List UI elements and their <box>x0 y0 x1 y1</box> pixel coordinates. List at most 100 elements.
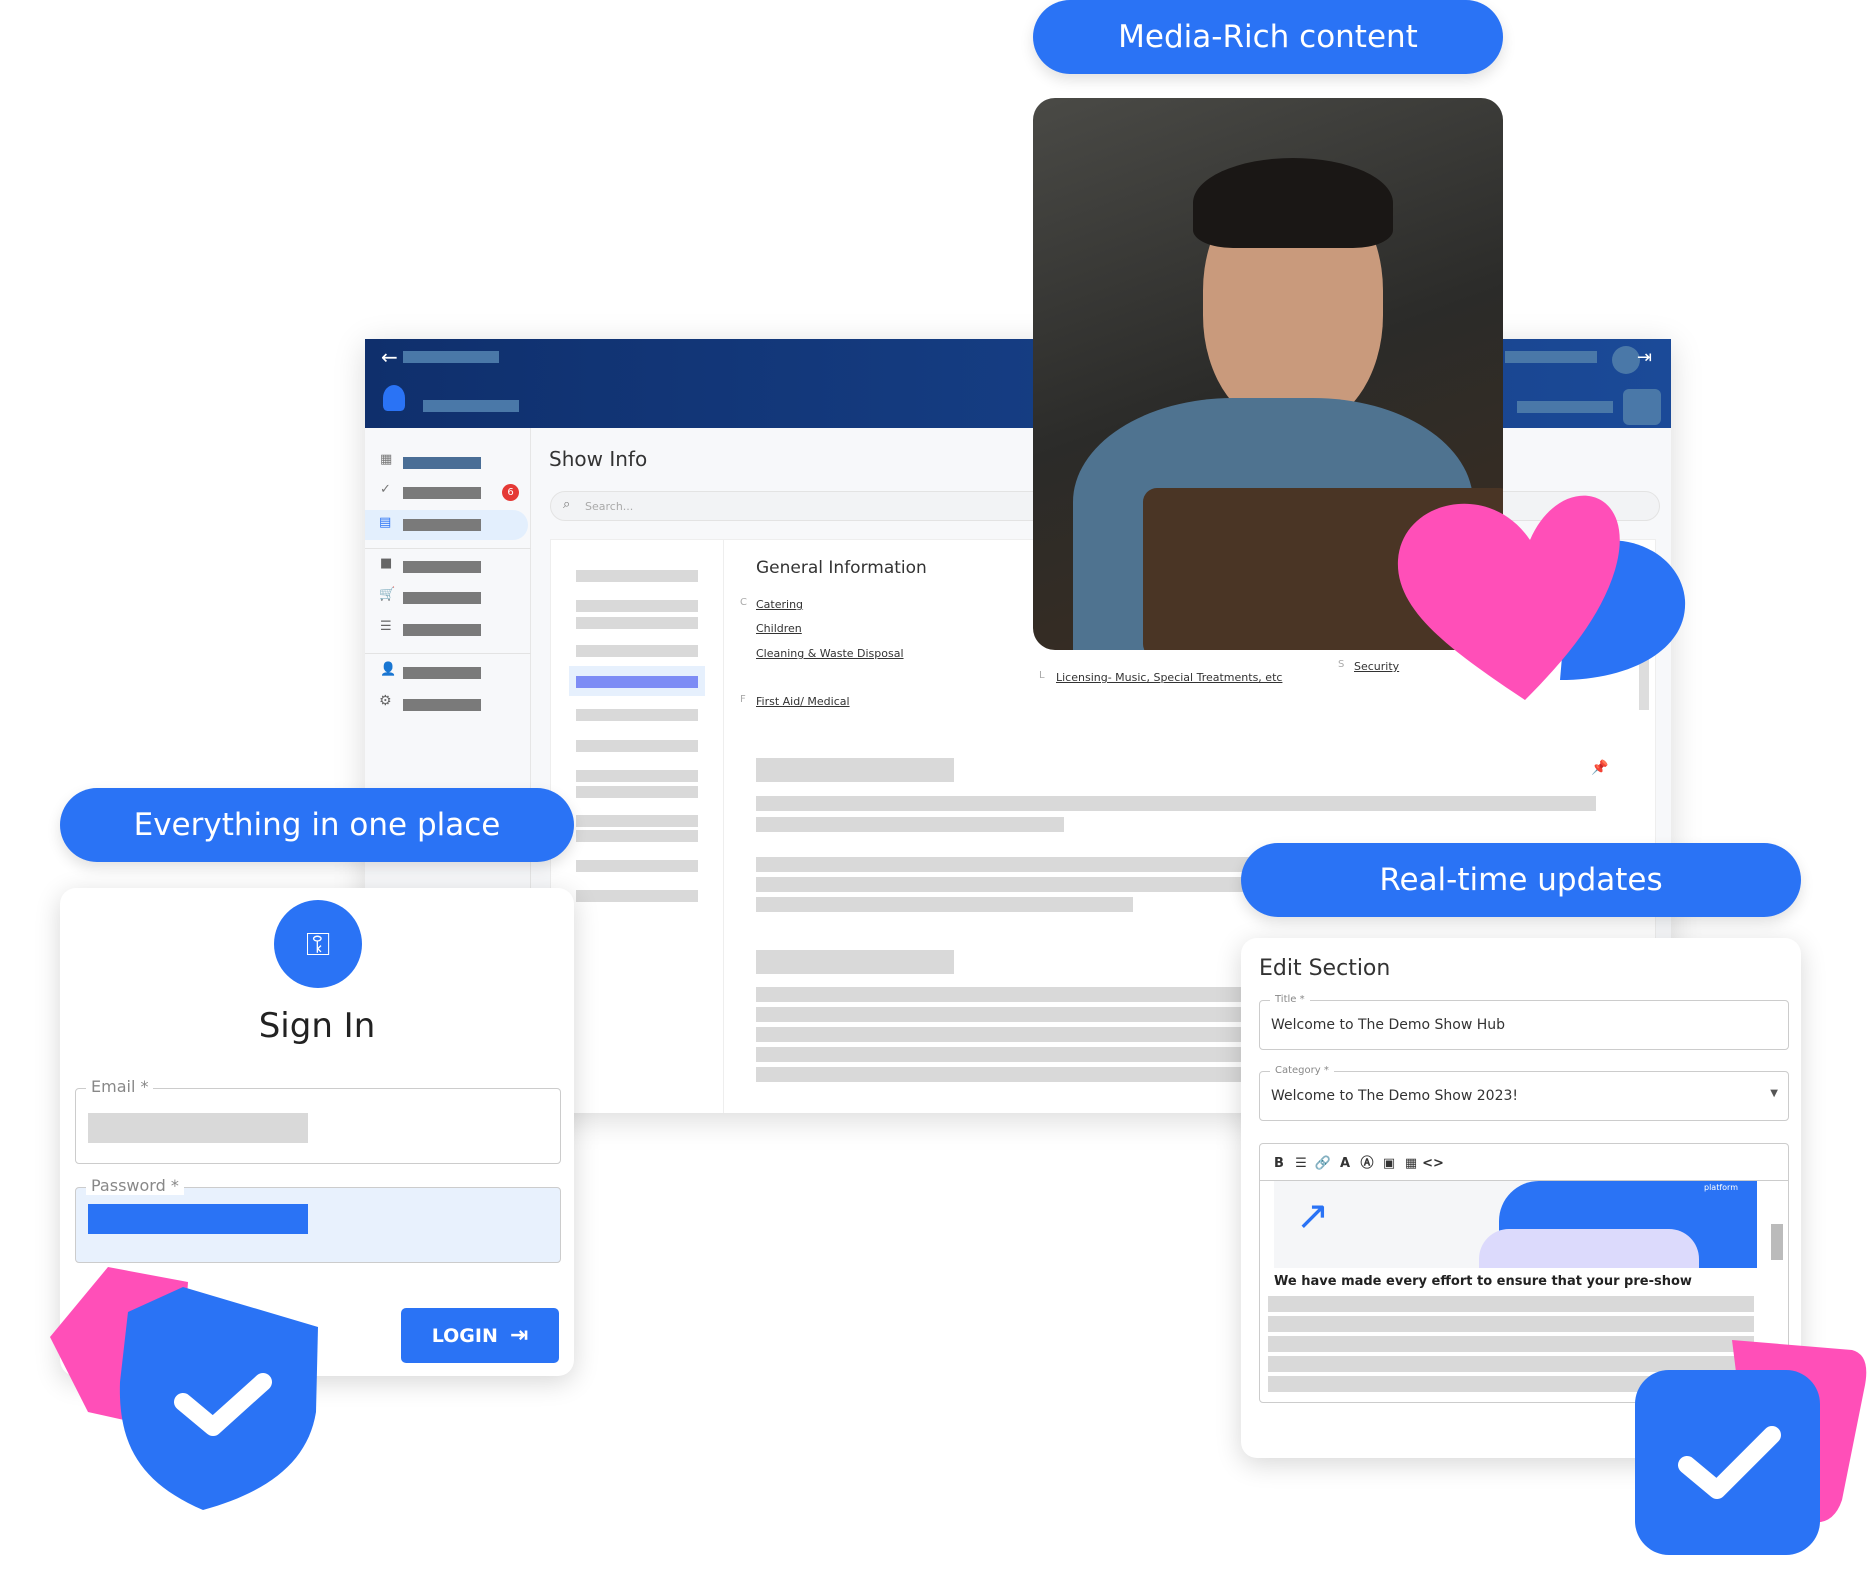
section-title: General Information <box>756 558 927 578</box>
category-value: Welcome to The Demo Show 2023! <box>1271 1088 1518 1104</box>
key-icon: ⚿ <box>274 900 362 988</box>
sidebar-label-placeholder <box>403 592 481 604</box>
sidebar-item-dashboard[interactable]: ▦ <box>365 448 531 478</box>
nav-placeholder[interactable] <box>576 786 698 798</box>
title-value: Welcome to The Demo Show Hub <box>1271 1017 1506 1033</box>
heart-icon <box>1397 495 1686 700</box>
edit-section-title: Edit Section <box>1259 956 1391 981</box>
shield-check-icon <box>50 1267 318 1510</box>
header-action-placeholder <box>1517 401 1613 413</box>
header-title-placeholder <box>403 351 499 363</box>
search-icon: ⌕ <box>563 497 571 512</box>
group-letter: L <box>1039 670 1045 681</box>
user-name-placeholder <box>1505 351 1597 363</box>
link-children[interactable]: Children <box>756 622 802 635</box>
highlight-icon[interactable]: Ⓐ <box>1356 1152 1378 1171</box>
embedded-image: platform ↗ <box>1274 1181 1757 1268</box>
chevron-down-icon: ▼ <box>1770 1088 1778 1099</box>
email-label: Email * <box>86 1077 154 1096</box>
group-letter: F <box>740 694 746 705</box>
sidebar-item-show-info[interactable]: ▤ <box>365 510 528 540</box>
arrow-up-right-icon: ↗ <box>1296 1193 1330 1239</box>
password-label: Password * <box>86 1176 184 1195</box>
nav-item-selected[interactable] <box>569 666 705 696</box>
org-name-placeholder <box>423 400 519 412</box>
password-field[interactable]: Password * <box>75 1176 561 1263</box>
nav-placeholder[interactable] <box>576 890 698 902</box>
document-list-icon: ☰ <box>380 619 392 634</box>
media-rich-callout: Media-Rich content <box>1033 0 1503 74</box>
nav-placeholder[interactable] <box>576 617 698 629</box>
sidebar-item-users[interactable]: 👤 <box>365 658 531 688</box>
check-circle-icon: ✓ <box>380 482 391 497</box>
code-icon[interactable]: <> <box>1422 1156 1444 1171</box>
notification-badge: 6 <box>502 484 519 501</box>
user-check-icon: 👤 <box>380 662 397 677</box>
group-letter: C <box>740 597 747 608</box>
sidebar-label-placeholder <box>403 624 481 636</box>
link-licensing[interactable]: Licensing- Music, Special Treatments, et… <box>1056 671 1282 684</box>
check-square-icon <box>1635 1340 1867 1555</box>
pin-icon[interactable]: 📌 <box>1591 760 1608 776</box>
link-catering[interactable]: Catering <box>756 598 803 611</box>
sign-in-title: Sign In <box>258 1006 376 1046</box>
nav-placeholder[interactable] <box>576 570 698 582</box>
divider <box>365 653 531 654</box>
sidebar-item-list[interactable]: ☰ <box>365 615 531 645</box>
sidebar-item-tasks[interactable]: ✓ 6 <box>365 478 531 508</box>
nav-placeholder[interactable] <box>576 860 698 872</box>
login-label: LOGIN <box>431 1324 498 1347</box>
title-label: Title * <box>1270 994 1310 1005</box>
book-icon: ▤ <box>379 515 392 530</box>
avatar[interactable] <box>1612 346 1640 374</box>
editor-body-text: We have made every effort to ensure that… <box>1274 1274 1692 1289</box>
nav-placeholder[interactable] <box>576 600 698 612</box>
sidebar-label-placeholder <box>403 667 481 679</box>
text-color-icon[interactable]: A <box>1334 1156 1356 1171</box>
nav-placeholder[interactable] <box>576 815 698 827</box>
list-icon[interactable]: ☰ <box>1290 1156 1312 1171</box>
nav-placeholder[interactable] <box>576 645 698 657</box>
shopping-bag-icon: ■ <box>380 556 393 571</box>
category-label: Category * <box>1270 1065 1334 1076</box>
sidebar-label-placeholder <box>403 457 481 469</box>
divider <box>365 548 531 549</box>
nav-placeholder[interactable] <box>576 709 698 721</box>
cart-icon: 🛒 <box>379 587 396 602</box>
group-letter: S <box>1338 659 1345 670</box>
link-cleaning[interactable]: Cleaning & Waste Disposal <box>756 647 904 660</box>
nav-placeholder[interactable] <box>576 770 698 782</box>
section-nav <box>551 540 724 1113</box>
sidebar-label-placeholder <box>403 519 481 531</box>
sidebar-item-cart[interactable]: 🛒 <box>365 583 531 613</box>
sidebar-item-bag[interactable]: ■ <box>365 552 531 582</box>
real-time-callout: Real-time updates <box>1241 843 1801 917</box>
everything-callout: Everything in one place <box>60 788 574 862</box>
nav-placeholder[interactable] <box>576 830 698 842</box>
category-select[interactable]: Category * Welcome to The Demo Show 2023!… <box>1259 1065 1789 1121</box>
login-button[interactable]: LOGIN ⇥ <box>401 1308 559 1363</box>
sidebar-label-placeholder <box>403 699 481 711</box>
link-icon[interactable]: 🔗 <box>1312 1156 1334 1171</box>
bold-icon[interactable]: B <box>1268 1156 1290 1171</box>
search-placeholder: Search... <box>585 500 634 513</box>
page-title: Show Info <box>549 447 648 471</box>
editor-toolbar: B ☰ 🔗 A Ⓐ ▣ ▦ <> <box>1268 1152 1444 1171</box>
header-action-button[interactable] <box>1623 389 1661 425</box>
ribbon-logo-icon <box>383 385 405 411</box>
dashboard-icon: ▦ <box>380 452 393 467</box>
email-field[interactable]: Email * <box>75 1077 561 1164</box>
sidebar-label-placeholder <box>403 561 481 573</box>
editor-scrollbar[interactable] <box>1771 1224 1783 1260</box>
back-arrow-icon[interactable]: ← <box>381 345 398 369</box>
title-field[interactable]: Title * Welcome to The Demo Show Hub <box>1259 994 1789 1050</box>
login-arrow-icon: ⇥ <box>509 1323 529 1348</box>
image-icon[interactable]: ▣ <box>1378 1156 1400 1171</box>
link-first-aid[interactable]: First Aid/ Medical <box>756 695 850 708</box>
preview-text: platform <box>1704 1183 1738 1192</box>
nav-placeholder[interactable] <box>576 740 698 752</box>
sidebar-label-placeholder <box>403 487 481 499</box>
video-icon[interactable]: ▦ <box>1400 1156 1422 1171</box>
logout-icon[interactable]: ⇥ <box>1637 347 1652 368</box>
sidebar-item-settings[interactable]: ⚙ <box>365 690 531 720</box>
